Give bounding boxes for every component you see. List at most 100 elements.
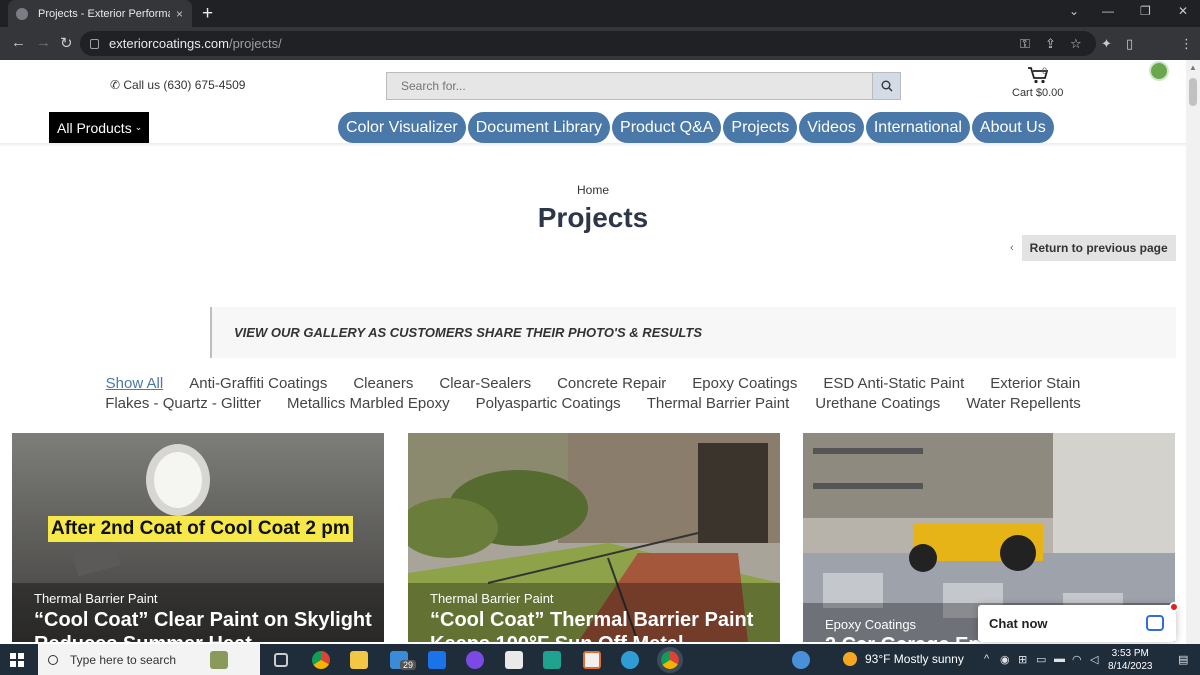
globe-icon [16,7,28,20]
filter-thermal-barrier[interactable]: Thermal Barrier Paint [647,394,790,414]
filter-clear-sealers[interactable]: Clear-Sealers [439,374,531,394]
filter-metallics[interactable]: Metallics Marbled Epoxy [287,394,450,414]
nav-international[interactable]: International [865,112,970,143]
volume-icon[interactable]: ◁ [1090,653,1098,666]
filter-polyaspartic[interactable]: Polyaspartic Coatings [476,394,621,414]
tray-chevron-icon[interactable]: ^ [984,653,989,665]
star-icon[interactable]: ☆ [1070,36,1082,52]
image-caption: After 2nd Coat of Cool Coat 2 pm [48,516,353,542]
task-view-icon[interactable] [274,653,288,667]
filter-show-all[interactable]: Show All [106,374,164,394]
chrome-icon[interactable] [312,651,330,669]
url-field[interactable]: exteriorcoatings.com/projects/ [80,31,1096,56]
menu-icon[interactable]: ⋮ [1180,36,1193,52]
filter-anti-graffiti[interactable]: Anti-Graffiti Coatings [189,374,327,394]
edge-icon[interactable] [621,651,639,669]
project-card[interactable]: Thermal Barrier Paint “Cool Coat” Therma… [408,433,780,642]
minimize-button[interactable]: — [1102,4,1114,18]
share-icon[interactable]: ⇪ [1045,36,1056,52]
nav-color-visualizer[interactable]: Color Visualizer [338,112,466,143]
filter-esd-anti-static[interactable]: ESD Anti-Static Paint [823,374,964,394]
tray-icon[interactable]: ⊞ [1018,653,1027,666]
copilot-icon[interactable] [466,651,484,669]
card-category: Thermal Barrier Paint [34,591,158,606]
header-divider [0,143,1186,147]
date: 8/14/2023 [1108,661,1153,672]
breadcrumb-home[interactable]: Home [577,183,609,197]
filter-flakes[interactable]: Flakes - Quartz - Glitter [105,394,261,414]
cart-label: Cart [1012,87,1033,99]
restore-button[interactable]: ❐ [1140,4,1151,18]
filter-concrete-repair[interactable]: Concrete Repair [557,374,666,394]
wifi-icon[interactable]: ◠ [1072,653,1082,666]
gallery-banner: VIEW OUR GALLERY AS CUSTOMERS SHARE THEI… [210,307,1176,358]
search-input[interactable] [387,79,872,93]
card-title[interactable]: “Cool Coat” Clear Paint on Skylight Redu… [34,608,374,642]
chrome-active-icon[interactable] [657,647,683,673]
weather-widget[interactable]: 93°F Mostly sunny [843,652,964,666]
store-icon[interactable] [505,651,523,669]
reload-button[interactable]: ↻ [60,34,73,52]
nav-projects[interactable]: Projects [723,112,798,143]
card-title[interactable]: “Cool Coat” Thermal Barrier Paint Keeps … [430,608,770,642]
taskbar-search-text: Type here to search [70,652,177,667]
all-products-menu[interactable]: All Products ⌄ [49,112,149,143]
category-filters: Show All Anti-Graffiti Coatings Cleaners… [0,374,1186,414]
tab-search-chevron-icon[interactable]: ⌄ [1069,4,1079,18]
breadcrumb: Home [0,183,1186,197]
return-button[interactable]: Return to previous page [1021,235,1176,261]
app-icon[interactable] [583,651,601,669]
filter-epoxy-coatings[interactable]: Epoxy Coatings [692,374,797,394]
windows-taskbar: Type here to search 29 93°F Mostly sunny… [0,644,1200,675]
side-panel-icon[interactable]: ▯ [1126,36,1133,52]
page-scrollbar[interactable]: ▲ [1186,60,1200,644]
browser-tab[interactable]: Projects - Exterior Performance C × [8,0,192,27]
dropbox-icon[interactable] [428,651,446,669]
search-button[interactable] [872,73,900,99]
file-explorer-icon[interactable] [350,651,368,669]
notifications-icon[interactable]: ▤ [1178,653,1188,666]
help-icon[interactable] [792,651,810,669]
forward-button[interactable]: → [36,34,51,51]
main-nav: Color Visualizer Document Library Produc… [338,112,1054,143]
url-domain: exteriorcoatings.com [109,36,229,51]
amazon-music-icon[interactable] [543,651,561,669]
close-window-button[interactable]: ✕ [1178,4,1188,18]
cart[interactable]: 0 Cart $0.00 [1012,66,1063,99]
nav-document-library[interactable]: Document Library [467,112,611,143]
all-products-label: All Products [57,119,132,136]
cart-count: 0 [1042,66,1048,76]
nav-about-us[interactable]: About Us [971,112,1054,143]
back-button[interactable]: ← [11,34,26,51]
chat-widget[interactable]: Chat now [978,602,1179,642]
tab-close-icon[interactable]: × [176,7,183,21]
filter-urethane[interactable]: Urethane Coatings [815,394,940,414]
profile-avatar[interactable] [1149,61,1169,81]
scroll-thumb[interactable] [1189,78,1197,106]
new-tab-button[interactable]: + [202,3,213,25]
scroll-up-icon[interactable]: ▲ [1189,63,1197,72]
search-icon [881,80,892,92]
filter-cleaners[interactable]: Cleaners [353,374,413,394]
nav-videos[interactable]: Videos [799,112,864,143]
filter-water-repellents[interactable]: Water Repellents [966,394,1081,414]
windows-start-icon[interactable] [10,653,24,667]
chat-icon [1146,615,1164,631]
filter-exterior-stain[interactable]: Exterior Stain [990,374,1080,394]
chat-label: Chat now [989,616,1048,631]
battery-icon[interactable]: ▬ [1054,653,1065,665]
project-card[interactable]: After 2nd Coat of Cool Coat 2 pm Thermal… [12,433,384,642]
notification-badge [1169,602,1179,612]
tray-app-icon[interactable]: ◉ [1000,653,1010,666]
return-previous[interactable]: ‹ Return to previous page [1010,235,1176,261]
call-us[interactable]: ✆ Call us (630) 675-4509 [110,78,245,92]
key-icon[interactable]: ⚿ [1020,36,1030,52]
mail-badge: 29 [400,660,417,670]
extensions-icon[interactable]: ✦ [1101,36,1112,52]
clock[interactable]: 3:53 PM 8/14/2023 [1108,647,1153,673]
chevron-down-icon: ⌄ [134,122,143,132]
lock-icon[interactable] [90,38,99,49]
site-search [386,72,901,100]
nav-product-qa[interactable]: Product Q&A [612,112,722,143]
tray-display-icon[interactable]: ▭ [1036,653,1046,666]
